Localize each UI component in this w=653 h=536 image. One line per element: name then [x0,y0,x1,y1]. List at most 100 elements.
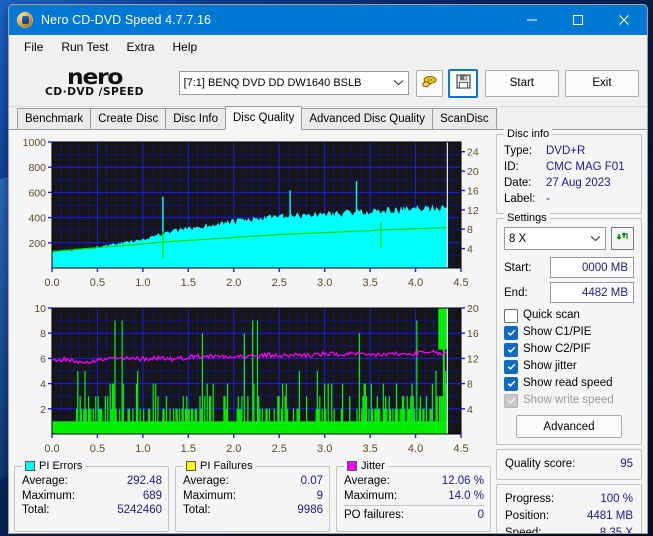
disc-info-legend: Disc info [504,128,553,140]
pi-errors-total-value: 5242460 [117,504,162,516]
checkbox-label: Show jitter [523,360,577,372]
pi-errors-legend: PI Errors [22,460,86,472]
pi-errors-maximum-value: 689 [142,489,162,502]
checkbox-label: Show C2/PIF [523,343,591,355]
pi-failures-maximum-value: 9 [316,489,323,502]
svg-text:0.0: 0.0 [44,443,59,455]
checkbox-checked-icon [504,359,518,374]
eject-disc-button[interactable] [415,69,444,97]
progress-label: Progress: [505,493,555,505]
tab-disc-quality[interactable]: Disc Quality [225,106,303,130]
checkbox-quick-scan[interactable]: Quick scan [504,307,634,324]
end-field-row: End: 4482 MB [504,282,634,303]
disc-info-panel: Disc info Type: DVD+R ID: CMC MAG F01 Da… [496,128,642,214]
tab-disc-info[interactable]: Disc Info [165,108,226,130]
quality-score-row: Quality score: 95 [505,456,633,473]
checkbox-checked-icon [504,342,518,357]
svg-text:8: 8 [40,328,46,340]
svg-text:20: 20 [467,166,479,178]
start-button[interactable]: Start [484,69,559,97]
checkbox-show-read-speed[interactable]: Show read speed [504,375,634,392]
pi-errors-chart-svg: 200 400 600 800 1000 4 8 12 16 20 24 0.0 0.5 1.0 1.5 2.… [23,137,479,289]
svg-text:20: 20 [467,303,479,315]
svg-text:12: 12 [467,353,479,365]
menu-item-help[interactable]: Help [164,37,207,57]
quality-score-value: 95 [620,458,633,470]
position-label: Position: [505,510,550,522]
disc-hand-icon [421,74,438,93]
close-button[interactable] [601,5,647,35]
pi-failures-chart: 2 4 6 8 10 4 8 12 16 20 0.0 0.5 1.0 1.5 2.0 2.5 3.0 3.5 4.… [14,300,491,463]
stat-row: Maximum: 689 [22,489,162,504]
start-field-row: Start: 0000 MB [504,257,634,278]
speed-row: 8 X [504,227,634,250]
jitter-legend: Jitter [344,460,388,472]
menu-item-extra[interactable]: Extra [117,37,163,57]
pi-errors-maximum-label: Maximum: [22,489,76,502]
tab-benchmark[interactable]: Benchmark [17,108,92,130]
pi-failures-average-label: Average: [183,475,229,487]
svg-text:4: 4 [40,379,46,391]
toolbar: nero CD·DVD ∕SPEED [7:1] BENQ DVD DD DW1… [9,60,647,107]
menu-item-run-test[interactable]: Run Test [52,37,117,57]
quality-score-label: Quality score: [505,458,576,470]
pi-errors-stats: PI Errors Average: 292.48 Maximum: 689 T… [14,460,169,532]
start-input[interactable]: 0000 MB [550,257,634,278]
settings-legend: Settings [504,212,550,224]
checkbox-checked-disabled-icon [504,393,518,408]
disc-info-row-id: ID: CMC MAG F01 [504,159,634,175]
tab-advanced-disc-quality[interactable]: Advanced Disc Quality [301,108,434,130]
checkbox-show-c1-pie[interactable]: Show C1/PIE [504,324,634,341]
save-button[interactable] [448,68,478,98]
jitter-maximum-value: 14.0 % [448,489,484,502]
tab-scandisc[interactable]: ScanDisc [432,108,497,130]
speed-value: 8.35 X [599,527,633,534]
refresh-button[interactable] [611,227,634,250]
exit-button[interactable]: Exit [564,69,640,97]
jitter-average-label: Average: [344,475,390,487]
maximize-button[interactable] [555,5,601,35]
svg-text:1.0: 1.0 [135,443,150,455]
speed-select-value: 8 X [509,232,527,245]
svg-text:2: 2 [40,404,46,416]
title-bar: Nero CD-DVD Speed 4.7.7.16 [9,5,647,35]
disc-type-label: Type: [504,145,533,157]
svg-text:3.0: 3.0 [317,277,332,289]
svg-text:2.0: 2.0 [226,443,241,455]
svg-text:8: 8 [467,224,473,236]
checkbox-show-jitter[interactable]: Show jitter [504,358,634,375]
svg-text:200: 200 [28,238,46,250]
speed-select[interactable]: 8 X [504,227,606,250]
checkbox-show-c2-pif[interactable]: Show C2/PIF [504,341,634,358]
chevron-down-icon [393,77,404,89]
svg-text:3.5: 3.5 [362,443,377,455]
stat-row: Average: 12.06 % [344,474,484,489]
chevron-down-icon [590,233,601,245]
pi-failures-chart-svg: 2 4 6 8 10 4 8 12 16 20 0.0 0.5 1.0 1.5 2.0 2.5 3.0 3.5 4.… [34,303,479,455]
menu-item-file[interactable]: File [15,37,52,57]
pi-failures-stats: PI Failures Average: 0.07 Maximum: 9 Tot… [175,460,330,532]
svg-text:8: 8 [467,379,473,391]
progress-panel: Progress: 100 % Position: 4481 MB Speed:… [496,484,642,534]
drive-select-value: [7:1] BENQ DVD DD DW1640 BSLB [183,77,362,89]
svg-text:1.0: 1.0 [135,277,150,289]
disc-date-value: 27 Aug 2023 [546,177,611,189]
po-failures-value: 0 [477,509,484,521]
app-window: Nero CD-DVD Speed 4.7.7.16 File Run Test… [8,4,648,534]
svg-text:3.5: 3.5 [362,277,377,289]
minimize-button[interactable] [509,5,555,35]
svg-text:800: 800 [28,162,46,174]
end-input[interactable]: 4482 MB [550,282,634,303]
charts-column: 200 400 600 800 1000 4 8 12 16 20 24 0.0 0.5 1.0 1.5 2.… [14,134,491,533]
tab-create-disc[interactable]: Create Disc [90,108,167,130]
disc-type-value: DVD+R [546,145,586,157]
svg-text:6: 6 [40,353,46,365]
disc-info-row-date: Date: 27 Aug 2023 [504,175,634,191]
checkbox-icon [504,308,518,323]
drive-select[interactable]: [7:1] BENQ DVD DD DW1640 BSLB [178,71,409,95]
advanced-button[interactable]: Advanced [516,415,622,438]
pi-failures-total-label: Total: [183,504,211,516]
disc-id-label: ID: [504,161,519,173]
svg-text:3.0: 3.0 [317,443,332,455]
pi-errors-legend-label: PI Errors [39,460,83,472]
